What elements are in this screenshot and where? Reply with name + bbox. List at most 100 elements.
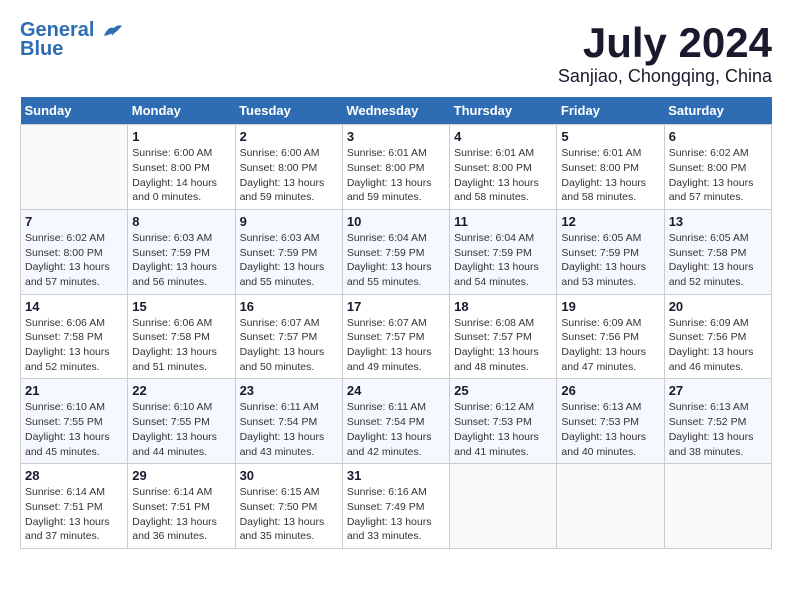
table-cell: 11 Sunrise: 6:04 AMSunset: 7:59 PMDayligh… [450, 209, 557, 294]
table-cell: 26Sunrise: 6:13 AMSunset: 7:53 PMDayligh… [557, 379, 664, 464]
day-number: 4 [454, 129, 552, 144]
col-saturday: Saturday [664, 97, 771, 125]
logo: General Blue [20, 20, 124, 61]
table-cell: 14 Sunrise: 6:06 AMSunset: 7:58 PMDayligh… [21, 294, 128, 379]
table-cell: 10 Sunrise: 6:04 AMSunset: 7:59 PMDayligh… [342, 209, 449, 294]
table-cell: 15Sunrise: 6:06 AMSunset: 7:58 PMDayligh… [128, 294, 235, 379]
day-info: Sunrise: 6:14 AMSunset: 7:51 PMDaylight:… [25, 485, 123, 544]
day-number: 9 [240, 214, 338, 229]
day-info: Sunrise: 6:14 AMSunset: 7:51 PMDaylight:… [132, 485, 230, 544]
table-cell: 19 Sunrise: 6:09 AMSunset: 7:56 PMDayligh… [557, 294, 664, 379]
day-number: 13 [669, 214, 767, 229]
day-info: Sunrise: 6:10 AMSunset: 7:55 PMDaylight:… [132, 400, 230, 459]
day-info: Sunrise: 6:04 AMSunset: 7:59 PMDaylight:… [454, 231, 552, 290]
day-number: 12 [561, 214, 659, 229]
table-cell: 17Sunrise: 6:07 AMSunset: 7:57 PMDayligh… [342, 294, 449, 379]
day-number: 15 [132, 299, 230, 314]
table-cell: 27Sunrise: 6:13 AMSunset: 7:52 PMDayligh… [664, 379, 771, 464]
day-info: Sunrise: 6:15 AMSunset: 7:50 PMDaylight:… [240, 485, 338, 544]
day-info: Sunrise: 6:09 AMSunset: 7:56 PMDaylight:… [561, 316, 659, 375]
day-info: Sunrise: 6:12 AMSunset: 7:53 PMDaylight:… [454, 400, 552, 459]
day-number: 3 [347, 129, 445, 144]
day-info: Sunrise: 6:10 AMSunset: 7:55 PMDaylight:… [25, 400, 123, 459]
week-row-5: 28 Sunrise: 6:14 AMSunset: 7:51 PMDayligh… [21, 464, 772, 549]
table-cell: 31Sunrise: 6:16 AMSunset: 7:49 PMDayligh… [342, 464, 449, 549]
table-cell: 1 Sunrise: 6:00 AMSunset: 8:00 PMDaylight… [128, 125, 235, 210]
day-info: Sunrise: 6:03 AMSunset: 7:59 PMDaylight:… [240, 231, 338, 290]
table-cell: 3 Sunrise: 6:01 AMSunset: 8:00 PMDaylight… [342, 125, 449, 210]
day-number: 1 [132, 129, 230, 144]
page-header: General Blue July 2024 Sanjiao, Chongqin… [20, 20, 772, 87]
location-subtitle: Sanjiao, Chongqing, China [558, 66, 772, 87]
logo-bird-icon [102, 22, 124, 40]
col-wednesday: Wednesday [342, 97, 449, 125]
day-number: 10 [347, 214, 445, 229]
week-row-3: 14 Sunrise: 6:06 AMSunset: 7:58 PMDayligh… [21, 294, 772, 379]
day-info: Sunrise: 6:01 AMSunset: 8:00 PMDaylight:… [347, 146, 445, 205]
day-number: 21 [25, 383, 123, 398]
col-sunday: Sunday [21, 97, 128, 125]
table-cell: 18Sunrise: 6:08 AMSunset: 7:57 PMDayligh… [450, 294, 557, 379]
day-number: 23 [240, 383, 338, 398]
day-info: Sunrise: 6:00 AMSunset: 8:00 PMDaylight:… [132, 146, 230, 205]
day-number: 5 [561, 129, 659, 144]
table-cell: 5 Sunrise: 6:01 AMSunset: 8:00 PMDaylight… [557, 125, 664, 210]
day-number: 19 [561, 299, 659, 314]
table-cell: 22Sunrise: 6:10 AMSunset: 7:55 PMDayligh… [128, 379, 235, 464]
table-cell: 23 Sunrise: 6:11 AMSunset: 7:54 PMDayligh… [235, 379, 342, 464]
table-cell: 30 Sunrise: 6:15 AMSunset: 7:50 PMDayligh… [235, 464, 342, 549]
table-cell: 4 Sunrise: 6:01 AMSunset: 8:00 PMDaylight… [450, 125, 557, 210]
table-cell [557, 464, 664, 549]
day-info: Sunrise: 6:02 AMSunset: 8:00 PMDaylight:… [25, 231, 123, 290]
day-number: 24 [347, 383, 445, 398]
table-cell: 24 Sunrise: 6:11 AMSunset: 7:54 PMDayligh… [342, 379, 449, 464]
day-info: Sunrise: 6:07 AMSunset: 7:57 PMDaylight:… [240, 316, 338, 375]
header-row: Sunday Monday Tuesday Wednesday Thursday… [21, 97, 772, 125]
day-info: Sunrise: 6:11 AMSunset: 7:54 PMDaylight:… [240, 400, 338, 459]
col-monday: Monday [128, 97, 235, 125]
table-cell: 8Sunrise: 6:03 AMSunset: 7:59 PMDaylight… [128, 209, 235, 294]
day-number: 27 [669, 383, 767, 398]
table-cell [664, 464, 771, 549]
day-info: Sunrise: 6:08 AMSunset: 7:57 PMDaylight:… [454, 316, 552, 375]
col-thursday: Thursday [450, 97, 557, 125]
table-cell: 7 Sunrise: 6:02 AMSunset: 8:00 PMDaylight… [21, 209, 128, 294]
day-number: 8 [132, 214, 230, 229]
table-cell: 29Sunrise: 6:14 AMSunset: 7:51 PMDayligh… [128, 464, 235, 549]
week-row-4: 21 Sunrise: 6:10 AMSunset: 7:55 PMDayligh… [21, 379, 772, 464]
day-number: 30 [240, 468, 338, 483]
week-row-2: 7 Sunrise: 6:02 AMSunset: 8:00 PMDaylight… [21, 209, 772, 294]
day-number: 17 [347, 299, 445, 314]
table-cell: 28 Sunrise: 6:14 AMSunset: 7:51 PMDayligh… [21, 464, 128, 549]
day-number: 28 [25, 468, 123, 483]
day-info: Sunrise: 6:11 AMSunset: 7:54 PMDaylight:… [347, 400, 445, 459]
table-cell: 13 Sunrise: 6:05 AMSunset: 7:58 PMDayligh… [664, 209, 771, 294]
day-info: Sunrise: 6:05 AMSunset: 7:58 PMDaylight:… [669, 231, 767, 290]
day-number: 11 [454, 214, 552, 229]
day-info: Sunrise: 6:01 AMSunset: 8:00 PMDaylight:… [561, 146, 659, 205]
day-info: Sunrise: 6:00 AMSunset: 8:00 PMDaylight:… [240, 146, 338, 205]
col-tuesday: Tuesday [235, 97, 342, 125]
week-row-1: 1 Sunrise: 6:00 AMSunset: 8:00 PMDaylight… [21, 125, 772, 210]
day-info: Sunrise: 6:05 AMSunset: 7:59 PMDaylight:… [561, 231, 659, 290]
day-number: 6 [669, 129, 767, 144]
day-number: 7 [25, 214, 123, 229]
day-number: 25 [454, 383, 552, 398]
day-number: 20 [669, 299, 767, 314]
table-cell [450, 464, 557, 549]
col-friday: Friday [557, 97, 664, 125]
day-info: Sunrise: 6:06 AMSunset: 7:58 PMDaylight:… [25, 316, 123, 375]
day-number: 14 [25, 299, 123, 314]
day-number: 2 [240, 129, 338, 144]
day-info: Sunrise: 6:09 AMSunset: 7:56 PMDaylight:… [669, 316, 767, 375]
day-info: Sunrise: 6:02 AMSunset: 8:00 PMDaylight:… [669, 146, 767, 205]
calendar-table: Sunday Monday Tuesday Wednesday Thursday… [20, 97, 772, 549]
table-cell: 20 Sunrise: 6:09 AMSunset: 7:56 PMDayligh… [664, 294, 771, 379]
day-info: Sunrise: 6:01 AMSunset: 8:00 PMDaylight:… [454, 146, 552, 205]
table-cell [21, 125, 128, 210]
day-info: Sunrise: 6:16 AMSunset: 7:49 PMDaylight:… [347, 485, 445, 544]
day-info: Sunrise: 6:04 AMSunset: 7:59 PMDaylight:… [347, 231, 445, 290]
table-cell: 2 Sunrise: 6:00 AMSunset: 8:00 PMDaylight… [235, 125, 342, 210]
table-cell: 21 Sunrise: 6:10 AMSunset: 7:55 PMDayligh… [21, 379, 128, 464]
day-info: Sunrise: 6:13 AMSunset: 7:53 PMDaylight:… [561, 400, 659, 459]
